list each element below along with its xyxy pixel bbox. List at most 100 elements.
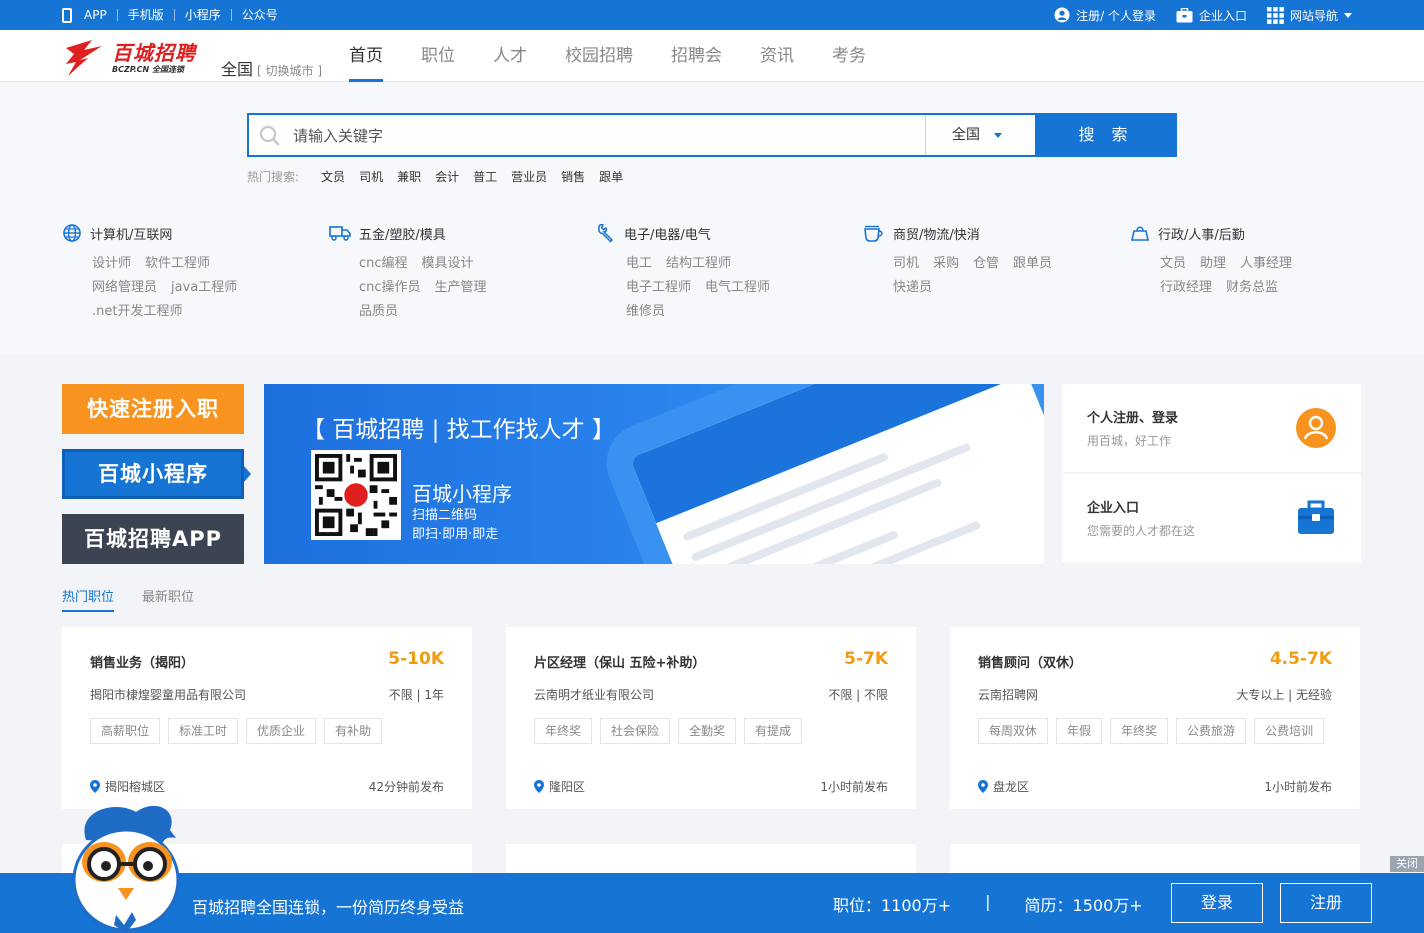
category-sub-link[interactable]: 财务总监 xyxy=(1226,280,1278,295)
hot-search-word[interactable]: 销售 xyxy=(561,168,585,185)
job-company[interactable]: 云南招聘网 xyxy=(978,686,1038,703)
job-title[interactable]: 销售顾问（双休） xyxy=(978,652,1082,671)
globe-icon xyxy=(63,224,81,242)
tab-latest-jobs[interactable]: 最新职位 xyxy=(142,586,194,612)
bottom-login-button[interactable]: 登录 xyxy=(1171,883,1263,923)
hot-search-word[interactable]: 司机 xyxy=(359,168,383,185)
job-time: 1小时前发布 xyxy=(1264,780,1332,794)
phone-icon xyxy=(62,7,72,23)
category-sub-link[interactable]: 人事经理 xyxy=(1240,256,1292,271)
category-sub-link[interactable]: 网络管理员 xyxy=(92,280,157,295)
category-sub-link[interactable]: 模具设计 xyxy=(422,256,474,271)
personal-entry-subtitle: 用百城，好工作 xyxy=(1087,434,1172,448)
site-nav-dropdown[interactable]: 网站导航 xyxy=(1266,6,1352,24)
job-location-label: 盘龙区 xyxy=(993,780,1030,794)
search-city-select[interactable]: 全国 xyxy=(925,115,1037,155)
nav-exam[interactable]: 考务 xyxy=(832,30,866,82)
topbar-link-mobile[interactable]: 手机版 xyxy=(116,9,174,21)
category-sub-link[interactable]: cnc编程 xyxy=(359,256,408,271)
hot-search-word[interactable]: 兼职 xyxy=(397,168,421,185)
site-header: 百城招聘 BCZP.CN 全国连锁 全国[ 切换城市 ] 首页 职位 人才 校园… xyxy=(0,30,1424,82)
nav-talents[interactable]: 人才 xyxy=(493,30,527,82)
bottom-register-bar: 百城招聘全国连锁，一份简历终身受益 职位：1100万+ | 简历：1500万+ … xyxy=(0,873,1424,933)
category-sub-link[interactable]: 采购 xyxy=(933,256,959,271)
city-switcher[interactable]: 全国[ 切换城市 ] xyxy=(221,56,322,80)
location-pin-icon xyxy=(534,780,544,793)
site-stats: 职位：1100万+ | 简历：1500万+ xyxy=(833,892,1143,916)
hot-search-word[interactable]: 营业员 xyxy=(511,168,547,185)
hot-search-word[interactable]: 跟单 xyxy=(599,168,623,185)
category-sub-link[interactable]: 仓管 xyxy=(973,256,999,271)
job-title[interactable]: 销售业务（揭阳） xyxy=(90,652,194,671)
bottom-slogan: 百城招聘全国连锁，一份简历终身受益 xyxy=(192,898,465,917)
hot-search-word[interactable]: 普工 xyxy=(473,168,497,185)
mascot-icon xyxy=(72,805,180,933)
close-bottom-bar-button[interactable]: 关闭 xyxy=(1390,856,1424,872)
topbar-link-miniprogram[interactable]: 小程序 xyxy=(173,9,231,21)
category-sub-link[interactable]: 电工 xyxy=(626,256,652,271)
nav-campus[interactable]: 校园招聘 xyxy=(565,30,633,82)
personal-entry-title: 个人注册、登录 xyxy=(1087,411,1179,426)
job-tag: 公费培训 xyxy=(1254,718,1325,744)
enterprise-entry-link[interactable]: 企业入口 xyxy=(1176,7,1247,24)
category-sub-link[interactable]: 助理 xyxy=(1200,256,1226,271)
logo-subtext: BCZP.CN 全国连锁 xyxy=(112,65,184,74)
topbar-link-official-account[interactable]: 公众号 xyxy=(230,9,288,21)
job-card[interactable]: 销售顾问（双休） 4.5-7K 云南招聘网 大专以上 | 无经验 每周双休 年假… xyxy=(950,627,1360,809)
mini-program-banner[interactable]: 【 百城招聘 | 找工作找人才 】 百城小程序 扫描二维码 即扫·即用·即走 xyxy=(264,384,1044,564)
category-sub-link[interactable]: 品质员 xyxy=(359,304,398,319)
category-electronics: 电子/电器/电气 电工 结构工程师 电子工程师 电气工程师 维修员 xyxy=(596,223,846,324)
job-requirements: 不限 | 不限 xyxy=(828,688,888,702)
search-input[interactable] xyxy=(293,123,913,149)
category-sub-link[interactable]: cnc操作员 xyxy=(359,280,421,295)
bottom-register-button[interactable]: 注册 xyxy=(1280,883,1372,923)
category-title[interactable]: 计算机/互联网 xyxy=(62,224,312,243)
mini-program-button[interactable]: 百城小程序 xyxy=(62,449,244,499)
personal-register-entry[interactable]: 个人注册、登录 用百城，好工作 xyxy=(1062,384,1361,472)
nav-jobs[interactable]: 职位 xyxy=(421,30,455,82)
category-title[interactable]: 行政/人事/后勤 xyxy=(1130,224,1380,243)
category-sub-link[interactable]: 电气工程师 xyxy=(705,280,770,295)
job-tag: 优质企业 xyxy=(246,718,317,744)
job-title[interactable]: 片区经理（保山 五险+补助） xyxy=(534,652,705,671)
hot-search-word[interactable]: 会计 xyxy=(435,168,459,185)
nav-job-fair[interactable]: 招聘会 xyxy=(671,30,722,82)
nav-news[interactable]: 资讯 xyxy=(760,30,794,82)
site-logo[interactable]: 百城招聘 BCZP.CN 全国连锁 xyxy=(62,36,212,78)
quick-register-button[interactable]: 快速注册入职 xyxy=(62,384,244,434)
category-sub-link[interactable]: 结构工程师 xyxy=(666,256,731,271)
category-sub-link[interactable]: 文员 xyxy=(1160,256,1186,271)
jobs-count: 职位：1100万+ xyxy=(833,896,952,915)
topbar-link-app[interactable]: APP xyxy=(78,9,117,21)
job-card[interactable]: 销售业务（揭阳） 5-10K 揭阳市棣煌婴童用品有限公司 不限 | 1年 高薪职… xyxy=(62,627,472,809)
tab-hot-jobs[interactable]: 热门职位 xyxy=(62,586,115,612)
category-sub-link[interactable]: .net开发工程师 xyxy=(92,304,182,319)
category-sub-link[interactable]: 行政经理 xyxy=(1160,280,1212,295)
category-sub-link[interactable]: 生产管理 xyxy=(435,280,487,295)
category-sub-link[interactable]: 维修员 xyxy=(626,304,665,319)
hot-search-word[interactable]: 文员 xyxy=(321,168,345,185)
search-box: 全国 搜 索 xyxy=(247,113,1177,157)
job-company[interactable]: 云南明才纸业有限公司 xyxy=(534,686,654,703)
user-circle-icon xyxy=(1054,7,1070,23)
category-title[interactable]: 商贸/物流/快消 xyxy=(863,224,1113,243)
category-sub-link[interactable]: 电子工程师 xyxy=(626,280,691,295)
category-sub-link[interactable]: 快递员 xyxy=(893,280,932,295)
category-sub-link[interactable]: java工程师 xyxy=(171,280,237,295)
nav-home[interactable]: 首页 xyxy=(349,30,383,82)
category-sub-link[interactable]: 跟单员 xyxy=(1013,256,1052,271)
app-download-button[interactable]: 百城招聘APP xyxy=(62,514,244,564)
category-sub-link[interactable]: 软件工程师 xyxy=(145,256,210,271)
company-entry[interactable]: 企业入口 您需要的人才都在这 xyxy=(1062,474,1361,562)
register-login-link[interactable]: 注册/ 个人登录 xyxy=(1054,7,1156,24)
category-sub-link[interactable]: 司机 xyxy=(893,256,919,271)
resumes-count: 简历：1500万+ xyxy=(1024,896,1143,915)
search-button[interactable]: 搜 索 xyxy=(1035,113,1177,157)
category-title[interactable]: 电子/电器/电气 xyxy=(596,223,846,243)
category-sub-link[interactable]: 设计师 xyxy=(92,256,131,271)
job-company[interactable]: 揭阳市棣煌婴童用品有限公司 xyxy=(90,686,246,703)
job-tag: 有提成 xyxy=(744,718,803,744)
switch-city-link[interactable]: [ 切换城市 ] xyxy=(257,64,322,78)
job-card[interactable]: 片区经理（保山 五险+补助） 5-7K 云南明才纸业有限公司 不限 | 不限 年… xyxy=(506,627,916,809)
category-title[interactable]: 五金/塑胶/模具 xyxy=(329,224,579,243)
